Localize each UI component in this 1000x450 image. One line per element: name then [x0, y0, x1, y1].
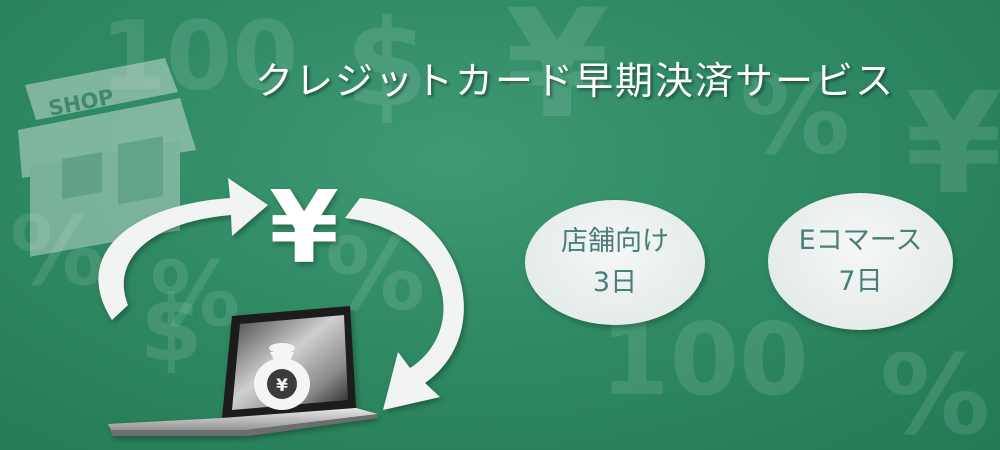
offer-label: 店舗向け [561, 226, 669, 257]
offer-bubble-ecommerce: Eコマース 7日 [768, 193, 953, 330]
offer-label: Eコマース [798, 225, 923, 256]
offer-bubble-store: 店舗向け 3日 [525, 200, 705, 325]
payment-cycle-illustration: SHOP ¥ ¥ [18, 58, 464, 436]
offer-duration: 7日 [838, 265, 883, 297]
watermark-100-text: 100 [600, 301, 809, 418]
watermark-yen-icon: ¥ [905, 63, 1000, 226]
banner: ¥ $ % ¥ 100 % % 100 % % $ クレジットカード早期決済サー… [0, 0, 1000, 450]
watermark-percent-icon: % [880, 331, 991, 450]
money-bag-symbol: ¥ [276, 376, 288, 396]
laptop-icon: ¥ [108, 306, 378, 436]
yen-icon: ¥ [269, 169, 339, 286]
offer-duration: 3日 [592, 266, 638, 298]
